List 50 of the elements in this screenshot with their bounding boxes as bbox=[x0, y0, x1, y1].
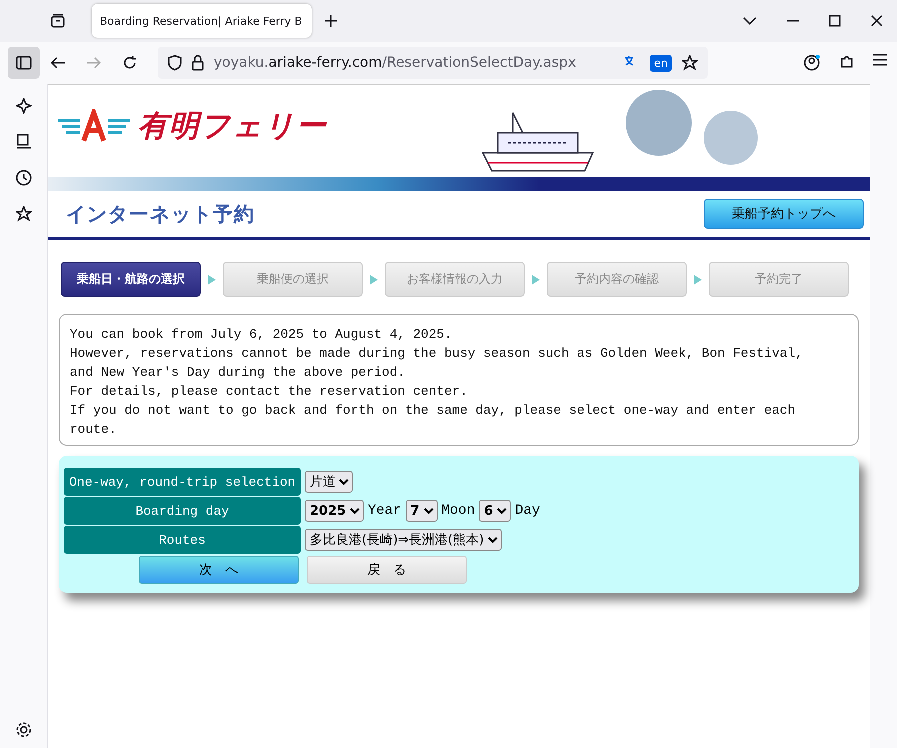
field-label: Boarding day bbox=[64, 497, 301, 525]
unit-label: Year bbox=[368, 503, 402, 519]
notice-text: If you do not want to go back and forth on the same day, please select one-way and enter each route. bbox=[70, 402, 797, 439]
chevron-right-icon bbox=[369, 274, 379, 286]
notice-text: You can book from July 6, 2025 to August 4, 2025. bbox=[70, 326, 454, 344]
dropdown[interactable]: 多比良港(長崎)⇒長洲港(熊本) bbox=[305, 529, 502, 551]
chevron-down-icon[interactable] bbox=[743, 17, 757, 25]
url-text: yoyaku.ariake-ferry.com/ReservationSelectDay.aspx bbox=[214, 55, 578, 71]
dropdown[interactable]: 2025 bbox=[305, 500, 364, 522]
sidebar-toggle-button[interactable] bbox=[8, 47, 40, 79]
chevron-right-icon bbox=[531, 274, 541, 286]
sparkle-icon[interactable] bbox=[16, 98, 32, 114]
maximize-icon[interactable] bbox=[829, 15, 841, 27]
chevron-right-icon bbox=[693, 274, 703, 286]
top-page-button[interactable]: 乗船予約トップへ bbox=[704, 199, 864, 229]
new-tab-icon[interactable] bbox=[324, 14, 338, 28]
page-title: インターネット予約 bbox=[66, 200, 255, 228]
shield-icon[interactable] bbox=[168, 55, 182, 71]
star-icon[interactable] bbox=[682, 55, 698, 71]
field-label: One-way, round-trip selection bbox=[64, 468, 301, 496]
language-badge[interactable]: en bbox=[650, 54, 672, 72]
bookmark-star-icon[interactable] bbox=[16, 206, 32, 222]
unit-label: Day bbox=[515, 503, 540, 519]
logo-emblem-icon bbox=[58, 109, 130, 143]
settings-icon[interactable] bbox=[16, 722, 32, 738]
chevron-right-icon bbox=[207, 274, 217, 286]
account-icon[interactable] bbox=[803, 54, 821, 72]
history-icon[interactable] bbox=[16, 170, 32, 186]
browser-tab[interactable]: Boarding Reservation| Ariake Ferry B bbox=[92, 4, 312, 38]
close-icon[interactable] bbox=[871, 15, 883, 27]
field-label: Routes bbox=[64, 526, 301, 554]
menu-icon[interactable] bbox=[873, 54, 887, 66]
back-button[interactable]: 戻 る bbox=[307, 556, 467, 584]
logo-text: 有明フェリー bbox=[138, 108, 327, 146]
tab-list-icon[interactable] bbox=[50, 13, 66, 29]
dropdown[interactable]: 6 bbox=[479, 500, 512, 522]
unit-label: Moon bbox=[442, 503, 476, 519]
notice-text: However, reservations cannot be made during the busy season such as Golden Week, Bon Festival, and New Year's Day during the above period. bbox=[70, 345, 804, 382]
sidebar-icon bbox=[16, 56, 32, 70]
next-button[interactable]: 次 へ bbox=[139, 556, 299, 584]
notice-text: For details, please contact the reservation center. bbox=[70, 383, 469, 401]
tab-title: Boarding Reservation| Ariake Ferry B bbox=[100, 14, 302, 28]
photo-placeholder bbox=[704, 111, 758, 165]
minimize-icon[interactable] bbox=[787, 20, 799, 22]
address-bar[interactable]: yoyaku.ariake-ferry.com/ReservationSelectDay.aspx en bbox=[158, 47, 708, 79]
reload-icon[interactable] bbox=[122, 55, 138, 71]
back-arrow-icon[interactable] bbox=[50, 55, 66, 71]
lock-icon[interactable] bbox=[192, 55, 204, 71]
dropdown[interactable]: 7 bbox=[406, 500, 438, 522]
dropdown[interactable]: 片道 bbox=[305, 471, 353, 493]
